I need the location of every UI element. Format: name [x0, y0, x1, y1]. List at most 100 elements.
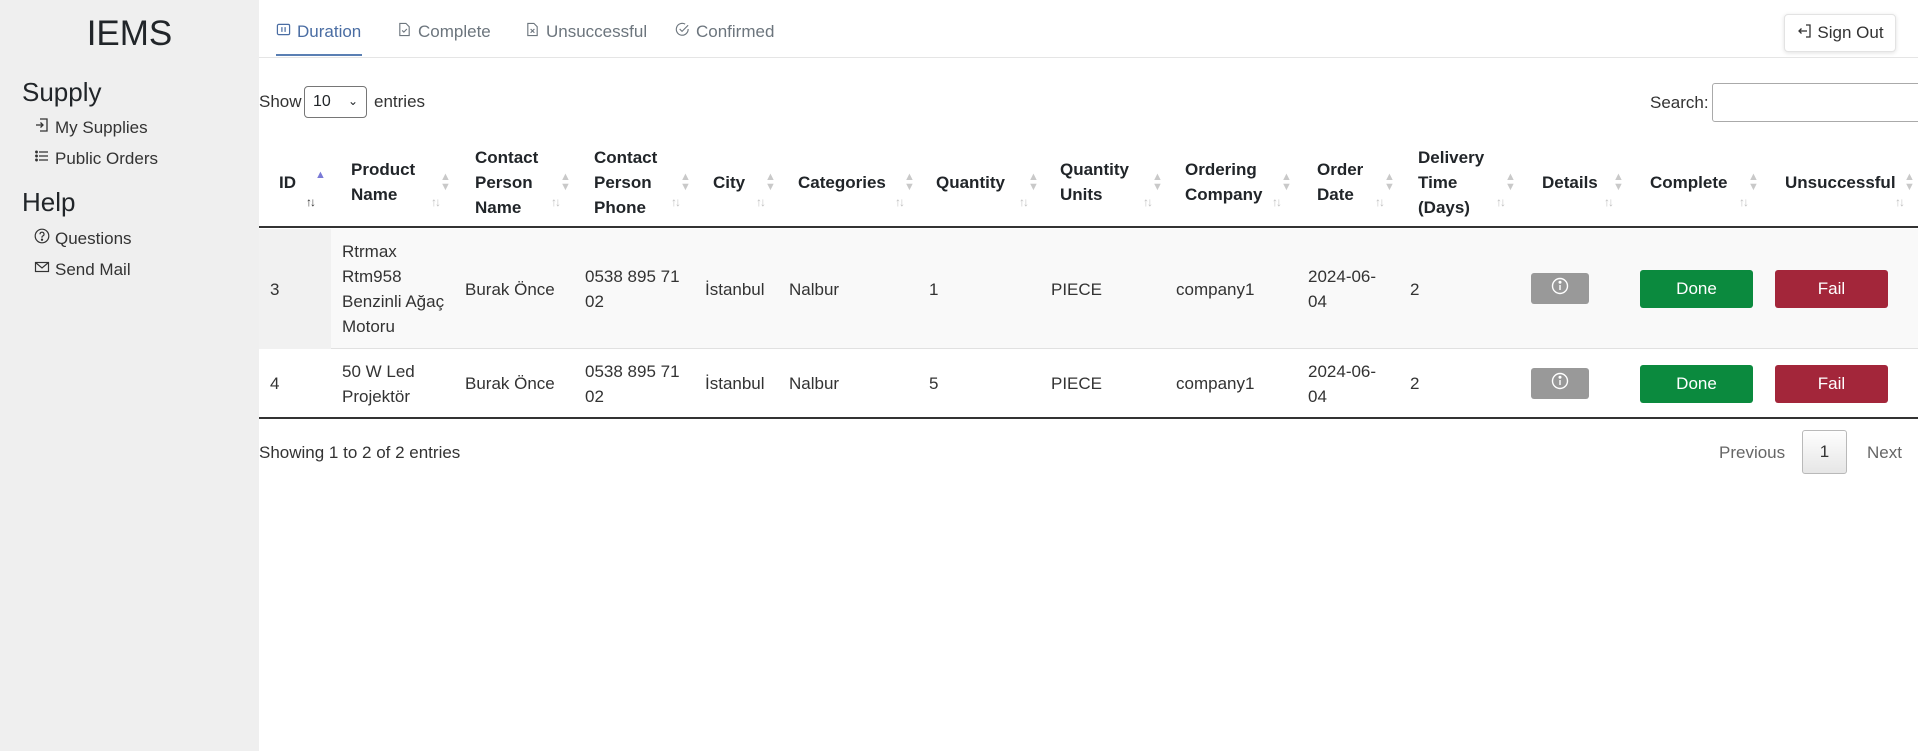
cell-product-name: Rtrmax Rtm958 Benzinli Ağaç Motoru	[342, 229, 444, 349]
cell-line: 02	[585, 292, 604, 311]
details-button[interactable]	[1531, 368, 1589, 399]
sort-arrows-icon: ↑↓	[671, 195, 681, 209]
tab-label: Confirmed	[696, 22, 775, 41]
column-header-quantity[interactable]: Quantity	[936, 138, 1005, 226]
tab-label: Unsuccessful	[546, 22, 648, 41]
column-header-delivery-time[interactable]: Delivery Time (Days)	[1418, 138, 1484, 226]
cell-city: İstanbul	[705, 374, 765, 393]
sort-arrows-icon: ↑↓	[1604, 195, 1614, 209]
sort-icon: ▲ ▼	[560, 171, 571, 193]
header-label: Quantity	[936, 172, 1005, 192]
cell-line: Motoru	[342, 317, 395, 336]
entries-per-page-select[interactable]: 10 ⌄	[304, 86, 367, 118]
sidebar-item-questions[interactable]: Questions	[34, 228, 132, 249]
header-label: Contact	[594, 147, 658, 167]
sort-icon: ▲ ▼	[1748, 171, 1759, 193]
tab-complete[interactable]: Complete	[397, 22, 491, 42]
header-label: Person	[475, 172, 533, 192]
tab-label: Complete	[418, 22, 491, 41]
cell-line: 2024-06-	[1308, 361, 1377, 381]
header-label: Date	[1317, 185, 1354, 204]
details-button[interactable]	[1531, 273, 1589, 304]
cell-quantity-unit: PIECE	[1051, 279, 1103, 299]
supply-section-title: Supply	[22, 77, 102, 107]
header-label: City	[713, 172, 746, 192]
tab-duration[interactable]: Duration	[276, 22, 361, 42]
cell-line: 0538 895 71	[585, 361, 680, 381]
header-label: Ordering	[1185, 160, 1257, 179]
fail-button[interactable]: Fail	[1775, 365, 1888, 403]
info-icon	[1551, 277, 1569, 300]
column-header-id[interactable]: ID	[279, 138, 296, 226]
sort-icon: ▲ ▼	[680, 171, 691, 193]
sign-out-button[interactable]: Sign Out	[1784, 14, 1896, 52]
tab-unsuccessful[interactable]: Unsuccessful	[525, 22, 647, 42]
cell-quantity: 1	[929, 279, 939, 299]
column-header-details[interactable]: Details	[1542, 138, 1598, 226]
cell-line: 02	[585, 386, 604, 406]
cell-ordering-company: company1	[1176, 279, 1255, 299]
sort-icon: ▲ ▼	[1613, 171, 1624, 193]
header-label: Company	[1185, 185, 1263, 204]
sidebar-item-label: My Supplies	[55, 117, 148, 137]
fail-button[interactable]: Fail	[1775, 270, 1888, 308]
cell-contact-name: Burak Önce	[465, 279, 555, 299]
show-label: Show	[259, 92, 302, 111]
cell-category: Nalbur	[789, 374, 840, 393]
sort-icon: ▲ ▼	[1505, 171, 1516, 193]
cell-contact-phone: 0538 895 71 02	[585, 350, 680, 417]
header-label: Name	[351, 185, 398, 204]
column-header-contact-name[interactable]: Contact Person Name	[475, 138, 538, 226]
pause-icon	[276, 22, 291, 42]
search-input[interactable]	[1712, 83, 1918, 122]
sort-arrows-icon: ↑↓	[1739, 195, 1749, 209]
sort-icon: ▲ ▼	[1152, 171, 1163, 193]
login-icon	[34, 117, 50, 138]
cell-order-date: 2024-06- 04	[1308, 350, 1376, 417]
table-info: Showing 1 to 2 of 2 entries	[259, 443, 461, 462]
sidebar: IEMS Supply My Supplies Public Orders He…	[0, 0, 259, 751]
cell-category: Nalbur	[789, 279, 840, 299]
column-header-quantity-units[interactable]: Quantity Units	[1060, 138, 1129, 226]
column-header-categories[interactable]: Categories	[798, 138, 886, 226]
envelope-icon	[34, 259, 50, 280]
cell-line: 04	[1308, 292, 1327, 311]
header-label: Units	[1060, 185, 1103, 204]
cell-line: 50 W Led	[342, 361, 415, 381]
column-header-complete[interactable]: Complete	[1650, 138, 1727, 226]
chevron-down-icon: ⌄	[347, 94, 358, 108]
header-label: Categories	[798, 172, 886, 192]
header-label: Order	[1317, 160, 1364, 179]
sort-arrows-icon: ↑↓	[1019, 195, 1029, 209]
header-label: Person	[594, 172, 652, 192]
cell-delivery-days: 2	[1410, 374, 1420, 393]
column-header-unsuccessful[interactable]: Unsuccessful	[1785, 138, 1896, 226]
done-button[interactable]: Done	[1640, 270, 1753, 308]
page-1-button[interactable]: 1	[1802, 430, 1847, 474]
next-page-button[interactable]: Next	[1867, 443, 1902, 463]
done-button[interactable]: Done	[1640, 365, 1753, 403]
cell-quantity: 5	[929, 374, 939, 393]
tab-confirmed[interactable]: Confirmed	[675, 22, 774, 42]
cell-id: 3	[270, 279, 280, 299]
previous-page-button[interactable]: Previous	[1719, 443, 1785, 463]
cell-ordering-company: company1	[1176, 374, 1255, 393]
sidebar-item-my-supplies[interactable]: My Supplies	[34, 117, 148, 138]
column-header-product-name[interactable]: Product Name	[351, 138, 415, 226]
cell-contact-phone: 0538 895 71 02	[585, 229, 680, 349]
column-header-order-date[interactable]: Order Date	[1317, 138, 1363, 226]
sidebar-item-public-orders[interactable]: Public Orders	[34, 148, 158, 169]
header-label: Name	[475, 197, 522, 217]
column-header-contact-phone[interactable]: Contact Person Phone	[594, 138, 657, 226]
header-label: Phone	[594, 197, 646, 217]
sort-arrows-icon: ↑↓	[1895, 195, 1905, 209]
brand-logo[interactable]: IEMS	[0, 14, 259, 54]
column-header-city[interactable]: City	[713, 138, 745, 226]
sidebar-item-send-mail[interactable]: Send Mail	[34, 259, 131, 280]
cell-contact-name: Burak Önce	[465, 374, 555, 393]
cell-line: Projektör	[342, 386, 411, 406]
column-header-ordering-company[interactable]: Ordering Company	[1185, 138, 1262, 226]
entries-label: entries	[374, 92, 426, 111]
header-label: Delivery	[1418, 147, 1485, 167]
header-label: (Days)	[1418, 197, 1470, 217]
